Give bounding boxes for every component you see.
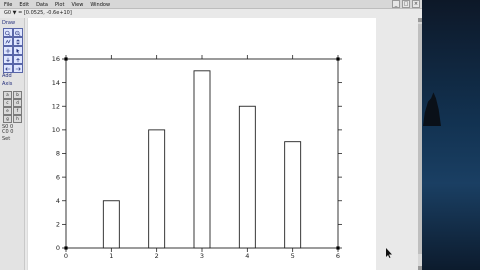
status-line-2: C0 0	[2, 129, 14, 135]
autoscale-y-button[interactable]	[13, 37, 23, 46]
window-controls: _ □ ×	[392, 0, 420, 8]
coordinate-readout: G0 ▼ = [0.0525, -0.6e+10]	[4, 10, 72, 16]
y-tick-label: 16	[52, 55, 60, 63]
corner-handle[interactable]	[64, 57, 68, 61]
coordinate-bar: G0 ▼ = [0.0525, -0.6e+10]	[2, 10, 420, 17]
y-tick-label: 14	[52, 79, 60, 87]
menu-plot[interactable]: Plot	[55, 1, 64, 9]
status-line-3: Set	[2, 136, 11, 142]
panel-small-button-a[interactable]: a	[3, 91, 12, 99]
pan-icon	[5, 48, 11, 53]
minimize-button[interactable]: _	[392, 0, 400, 8]
panel-small-button-g[interactable]: g	[3, 115, 12, 123]
x-tick-label: 1	[109, 252, 113, 260]
menu-file[interactable]: File	[4, 1, 12, 9]
bar-chart[interactable]: 0 1 2 3 4 5 60246810121416	[28, 18, 376, 270]
zoom-in-icon	[5, 30, 11, 36]
menu-view[interactable]: View	[71, 1, 83, 9]
up-arrow-icon	[16, 57, 20, 62]
x-tick-label: 0	[64, 252, 68, 260]
y-tick-label: 12	[52, 102, 60, 110]
draw-label: Draw	[2, 20, 16, 26]
menu-data[interactable]: Data	[36, 1, 48, 9]
x-tick-label: 3	[200, 252, 204, 260]
menu-window[interactable]: Window	[90, 1, 110, 9]
x-tick-label: 2	[155, 252, 159, 260]
down-arrow-button[interactable]	[3, 55, 13, 64]
bar-2[interactable]	[148, 129, 166, 249]
left-arrow-icon	[5, 66, 11, 71]
autoscale-icon	[5, 39, 11, 44]
menu-bar: File Edit Data Plot View Window	[0, 1, 124, 9]
bar-1[interactable]	[102, 200, 120, 249]
corner-handle[interactable]	[336, 246, 340, 250]
y-tick-label: 10	[52, 126, 60, 134]
y-tick-label: 4	[56, 197, 60, 205]
y-tick-label: 8	[56, 150, 60, 158]
bar-4[interactable]	[238, 105, 256, 249]
axis-label: Axis	[2, 81, 13, 87]
zoom-in-button[interactable]	[3, 28, 13, 37]
y-tick-label: 2	[56, 221, 60, 229]
panel-small-button-b[interactable]: b	[13, 91, 22, 99]
y-tick-label: 0	[56, 244, 60, 252]
maximize-button[interactable]: □	[402, 0, 410, 8]
right-arrow-button[interactable]	[13, 64, 23, 73]
autoscale-y-icon	[16, 38, 20, 45]
x-tick-label: 5	[291, 252, 295, 260]
panel-small-button-f[interactable]: f	[13, 107, 22, 115]
mouse-cursor-icon	[386, 248, 392, 258]
panel-small-button-e[interactable]: e	[3, 107, 12, 115]
pan-button[interactable]	[3, 46, 13, 55]
x-tick-label: 6	[336, 252, 340, 260]
right-arrow-icon	[15, 66, 21, 71]
desktop-background	[422, 0, 480, 270]
down-arrow-icon	[6, 57, 10, 62]
bar-3[interactable]	[193, 70, 211, 249]
corner-handle[interactable]	[64, 246, 68, 250]
y-tick-label: 6	[56, 173, 60, 181]
plot-canvas[interactable]: 0 1 2 3 4 5 6 0 2 4 6 8 10 12 14 16	[27, 18, 376, 270]
up-arrow-button[interactable]	[13, 55, 23, 64]
grace-app-window: File Edit Data Plot View Window _ □ × G0…	[0, 0, 422, 270]
corner-handle[interactable]	[336, 57, 340, 61]
pointer-icon	[16, 48, 20, 54]
window-title-bar: File Edit Data Plot View Window _ □ ×	[0, 0, 422, 9]
panel-small-button-c[interactable]: c	[3, 99, 12, 107]
panel-small-button-d[interactable]: d	[13, 99, 22, 107]
zoom-out-button[interactable]	[13, 28, 23, 37]
left-arrow-button[interactable]	[3, 64, 13, 73]
pointer-button[interactable]	[13, 46, 23, 55]
add-label: Add	[2, 73, 12, 79]
close-button[interactable]: ×	[412, 0, 420, 8]
x-tick-label: 4	[245, 252, 249, 260]
menu-edit[interactable]: Edit	[19, 1, 29, 9]
panel-small-button-h[interactable]: h	[13, 115, 22, 123]
zoom-out-icon	[15, 30, 21, 36]
bar-5[interactable]	[284, 141, 302, 249]
autoscale-button[interactable]	[3, 37, 13, 46]
tool-panel: Draw Add Axis a b c d e f g h S0 0 C0 0 …	[0, 18, 25, 270]
